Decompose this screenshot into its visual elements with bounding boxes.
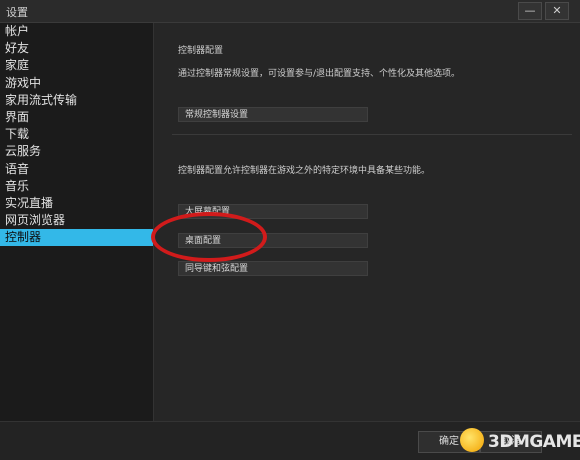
watermark-text: 3DMGAME [488,432,580,452]
sidebar-item-in-game[interactable]: 游戏中 [0,75,153,92]
sidebar-item-music[interactable]: 音乐 [0,178,153,195]
configuration-description: 控制器配置允许控制器在游戏之外的特定环境中具备某些功能。 [178,166,431,176]
sidebar-item-account[interactable]: 帐户 [0,23,153,40]
highlight-annotation [151,212,267,262]
sidebar-item-family[interactable]: 家庭 [0,57,153,74]
sidebar-item-voice[interactable]: 语音 [0,161,153,178]
general-controller-settings-button[interactable]: 常规控制器设置 [178,107,368,122]
minimize-icon: — [524,4,536,17]
sidebar-item-home-streaming[interactable]: 家用流式传输 [0,92,153,109]
window-title: 设置 [6,6,28,19]
close-button[interactable]: ✕ [545,2,569,20]
sidebar-item-cloud[interactable]: 云服务 [0,143,153,160]
close-icon: ✕ [552,4,562,17]
section-divider [172,134,572,135]
general-description: 通过控制器常规设置，可设置参与/退出配置支持、个性化及其他选项。 [178,69,461,79]
guide-chord-config-button[interactable]: 同导键和弦配置 [178,261,368,276]
section-title: 控制器配置 [178,46,224,56]
watermark-logo-icon [460,428,484,452]
sidebar-item-broadcasting[interactable]: 实况直播 [0,195,153,212]
sidebar-item-web-browser[interactable]: 网页浏览器 [0,212,153,229]
sidebar-item-friends[interactable]: 好友 [0,40,153,57]
title-bar: 设置 — ✕ [0,0,580,23]
minimize-button[interactable]: — [518,2,542,20]
sidebar-item-controller[interactable]: 控制器 [0,229,153,247]
sidebar-item-downloads[interactable]: 下载 [0,126,153,143]
settings-sidebar: 帐户 好友 家庭 游戏中 家用流式传输 界面 下载 云服务 语音 音乐 实况直播… [0,23,154,421]
sidebar-item-interface[interactable]: 界面 [0,109,153,126]
